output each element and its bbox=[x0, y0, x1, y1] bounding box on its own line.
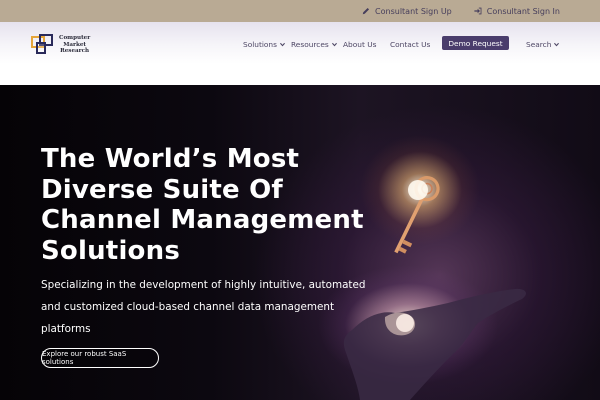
nav-item-label: Solutions bbox=[243, 40, 277, 49]
nav-item-contact-us[interactable]: Contact Us bbox=[390, 40, 430, 49]
chevron-down-icon bbox=[554, 42, 560, 47]
sign-in-icon bbox=[474, 7, 482, 15]
top-utility-bar: Consultant Sign Up Consultant Sign In bbox=[0, 0, 600, 22]
pencil-icon bbox=[362, 7, 370, 15]
nav-item-label: About Us bbox=[343, 40, 377, 49]
main-navbar: Computer Market Research Solutions Resou… bbox=[0, 22, 600, 64]
hero-title: The World’s Most Diverse Suite Of Channe… bbox=[41, 144, 364, 266]
chevron-down-icon bbox=[331, 42, 337, 47]
chevron-down-icon bbox=[279, 42, 285, 47]
nav-item-about-us[interactable]: About Us bbox=[343, 40, 376, 49]
nav-item-label: Resources bbox=[291, 40, 329, 49]
demo-request-button[interactable]: Demo Request bbox=[442, 36, 509, 50]
hero-banner: The World’s Most Diverse Suite Of Channe… bbox=[0, 85, 600, 400]
nav-item-label: Contact Us bbox=[390, 40, 431, 49]
nav-item-resources[interactable]: Resources bbox=[291, 40, 337, 49]
consultant-signup-link[interactable]: Consultant Sign Up bbox=[362, 7, 452, 16]
nav-menu: Solutions Resources About Us Contact Us … bbox=[0, 22, 600, 64]
consultant-signin-link[interactable]: Consultant Sign In bbox=[474, 7, 560, 16]
nav-item-solutions[interactable]: Solutions bbox=[243, 40, 285, 49]
search-label: Search bbox=[526, 40, 552, 49]
explore-solutions-button[interactable]: Explore our robust SaaS solutions bbox=[41, 348, 159, 368]
hero-subtitle: Specializing in the development of highl… bbox=[41, 279, 366, 335]
search-menu[interactable]: Search bbox=[526, 40, 560, 49]
consultant-signin-label: Consultant Sign In bbox=[486, 6, 560, 16]
consultant-signup-label: Consultant Sign Up bbox=[375, 6, 452, 16]
